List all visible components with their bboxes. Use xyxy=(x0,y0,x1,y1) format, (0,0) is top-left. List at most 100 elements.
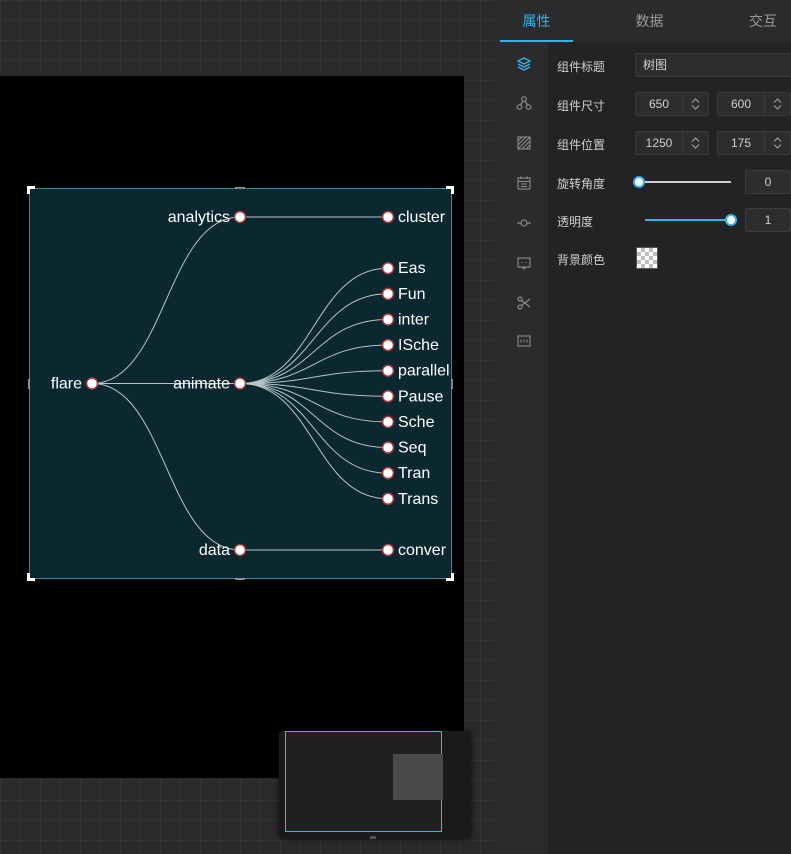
pos-x-input[interactable]: 1250 xyxy=(635,131,709,155)
tree-label-cluster: cluster xyxy=(398,209,446,226)
tree-label-conver: conver xyxy=(398,542,447,559)
calendar-icon[interactable] xyxy=(512,171,536,195)
tree-node-conver[interactable] xyxy=(381,543,395,557)
tree-label-fun: Fun xyxy=(398,286,426,303)
tree-label-flare: flare xyxy=(51,376,82,393)
tree-link-seq xyxy=(239,383,389,449)
tree-label-seq: Seq xyxy=(398,440,426,457)
resize-handle-bottom-left[interactable] xyxy=(27,573,35,581)
tree-link-eas xyxy=(239,267,389,384)
tree-node-flare[interactable] xyxy=(85,377,99,390)
tree-node-analytics[interactable] xyxy=(233,210,247,224)
minimap-component-block xyxy=(393,754,443,800)
scissors-icon[interactable] xyxy=(512,291,536,315)
height-stepper[interactable] xyxy=(764,93,790,115)
tree-link-analytics xyxy=(91,216,241,384)
size-label: 组件尺寸 xyxy=(557,99,606,113)
tree-node-cluster[interactable] xyxy=(381,210,395,224)
pos-x-stepper[interactable] xyxy=(682,132,708,154)
chevron-down-icon[interactable] xyxy=(691,144,700,149)
code-icon[interactable] xyxy=(512,329,536,353)
pos-y-value: 175 xyxy=(730,136,752,150)
resize-handle-right[interactable] xyxy=(451,379,453,389)
comment-icon[interactable] xyxy=(512,251,536,275)
height-input[interactable]: 600 xyxy=(717,92,791,116)
properties-panel: 属性 数据 交互 组件标题 树图 组件尺寸 650 600 组件位置 1250 … xyxy=(500,0,791,854)
tree-link-trans xyxy=(239,383,389,500)
properties-form: 组件标题 树图 组件尺寸 650 600 组件位置 1250 175 旋转角度 … xyxy=(548,42,791,854)
tree-label-trans: Trans xyxy=(398,491,438,508)
tab-data[interactable]: 数据 xyxy=(613,0,686,42)
tree-node-fun[interactable] xyxy=(381,287,395,301)
title-input[interactable]: 树图 xyxy=(635,53,791,77)
tree-chart-widget[interactable]: flare analytics cluster animate Eas Fun inter I… xyxy=(27,186,454,581)
tree-label-tran: Tran xyxy=(398,465,430,482)
tree-node-parallel[interactable] xyxy=(381,364,395,377)
bg-color-label: 背景颜色 xyxy=(557,253,606,267)
tree-node-pause[interactable] xyxy=(381,390,395,403)
rotation-slider-thumb[interactable] xyxy=(633,176,645,188)
chevron-down-icon[interactable] xyxy=(691,105,700,110)
panel-side-rail xyxy=(500,42,548,854)
tree-label-animate: animate xyxy=(173,376,230,393)
tree-node-trans[interactable] xyxy=(381,492,395,506)
tree-label-inter: inter xyxy=(398,311,430,328)
opacity-slider[interactable] xyxy=(645,213,737,227)
tab-properties[interactable]: 属性 xyxy=(500,0,573,42)
chevron-up-icon[interactable] xyxy=(691,137,700,142)
pos-y-input[interactable]: 175 xyxy=(717,131,791,155)
tree-node-tran[interactable] xyxy=(381,466,395,480)
rotation-slider[interactable] xyxy=(633,175,731,189)
width-input[interactable]: 650 xyxy=(635,92,709,116)
tree-label-data: data xyxy=(199,542,230,559)
chevron-up-icon[interactable] xyxy=(773,137,782,142)
rotation-input[interactable]: 0 xyxy=(745,170,791,194)
resize-handle-bottom-right[interactable] xyxy=(446,573,454,581)
tree-link-tran xyxy=(239,383,389,474)
nodes-icon[interactable] xyxy=(512,91,536,115)
resize-handle-bottom[interactable] xyxy=(235,578,245,580)
minimap[interactable] xyxy=(279,731,471,839)
texture-icon[interactable] xyxy=(512,131,536,155)
opacity-input[interactable]: 1 xyxy=(745,208,791,232)
tree-node-seq[interactable] xyxy=(381,441,395,454)
tree-link-data xyxy=(91,383,241,551)
title-label: 组件标题 xyxy=(557,60,606,74)
panel-tabs: 属性 数据 交互 xyxy=(500,0,791,42)
chevron-down-icon[interactable] xyxy=(773,105,782,110)
tree-node-data[interactable] xyxy=(233,543,247,557)
minimap-handle xyxy=(370,836,376,839)
resize-handle-left[interactable] xyxy=(28,379,30,389)
tree-node-sche[interactable] xyxy=(381,415,395,429)
tree-label-ische: ISche xyxy=(398,337,439,354)
position-label: 组件位置 xyxy=(557,138,606,152)
tree-node-eas[interactable] xyxy=(381,261,395,275)
minimap-viewport[interactable] xyxy=(285,731,443,832)
tree-chart: flare analytics cluster animate Eas Fun inter I… xyxy=(51,209,450,559)
tree-node-ische[interactable] xyxy=(381,338,395,352)
rotation-label: 旋转角度 xyxy=(557,177,606,191)
chevron-up-icon[interactable] xyxy=(691,98,700,103)
chevron-up-icon[interactable] xyxy=(773,98,782,103)
tree-label-analytics: analytics xyxy=(168,209,230,226)
opacity-label: 透明度 xyxy=(557,215,594,229)
tree-node-animate[interactable] xyxy=(233,377,247,390)
tree-node-inter[interactable] xyxy=(381,313,395,326)
bg-color-swatch[interactable] xyxy=(636,247,658,269)
opacity-slider-thumb[interactable] xyxy=(725,214,737,226)
layers-icon[interactable] xyxy=(512,52,536,76)
resize-handle-top-right[interactable] xyxy=(446,186,454,194)
tree-label-eas: Eas xyxy=(398,260,426,277)
connector-icon[interactable] xyxy=(512,211,536,235)
pos-x-value: 1250 xyxy=(645,136,673,150)
pos-y-stepper[interactable] xyxy=(764,132,790,154)
tab-interaction[interactable]: 交互 xyxy=(736,0,791,42)
chevron-down-icon[interactable] xyxy=(773,144,782,149)
width-stepper[interactable] xyxy=(682,93,708,115)
tree-link-fun xyxy=(239,293,389,384)
resize-handle-top[interactable] xyxy=(235,187,245,189)
resize-handle-top-left[interactable] xyxy=(27,186,35,194)
rotation-slider-track xyxy=(639,181,731,183)
width-value: 650 xyxy=(648,97,670,111)
tree-label-pause: Pause xyxy=(398,388,443,405)
